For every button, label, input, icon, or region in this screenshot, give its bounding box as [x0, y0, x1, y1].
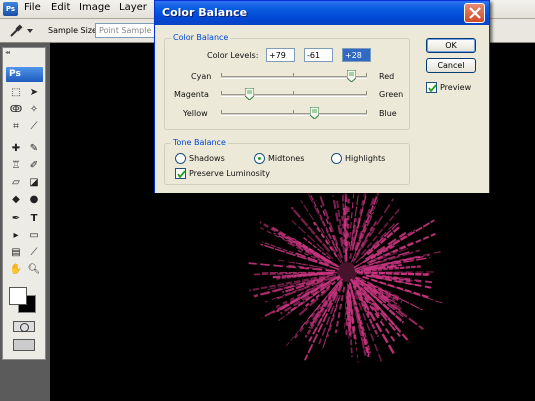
- color-balance-dialog: Color Balance Color Balance Color Levels…: [154, 0, 490, 193]
- slider-thumb-magenta-green[interactable]: [244, 87, 255, 101]
- radio-midtones[interactable]: [254, 153, 265, 164]
- slider-magenta-green[interactable]: [221, 87, 367, 101]
- pen-icon[interactable]: ✒: [8, 212, 24, 226]
- radio-shadows-label[interactable]: Shadows: [189, 154, 225, 163]
- slider-left-label-magenta: Magenta: [174, 90, 209, 99]
- tone-balance-group: Tone Balance Shadows Midtones Highlights…: [164, 138, 410, 185]
- notes-icon[interactable]: ▤: [8, 246, 24, 260]
- paint-bucket-icon[interactable]: ◪: [26, 176, 42, 190]
- close-button[interactable]: [464, 3, 485, 23]
- slider-yellow-blue[interactable]: [221, 106, 367, 120]
- slider-right-label-green: Green: [379, 90, 404, 99]
- hand-icon[interactable]: ✋: [8, 263, 24, 277]
- panel-grip[interactable]: ◂◂: [5, 49, 10, 56]
- menu-file[interactable]: File: [24, 2, 41, 13]
- eyedropper-tool-icon[interactable]: ⟋: [26, 246, 42, 260]
- type-icon[interactable]: T: [26, 212, 42, 226]
- slider-cyan-red[interactable]: [221, 69, 367, 83]
- checkmark-icon: [428, 84, 437, 93]
- level-field-magenta-green[interactable]: -61: [304, 48, 333, 62]
- slider-left-label-yellow: Yellow: [183, 109, 208, 118]
- slider-thumb-cyan-red[interactable]: [346, 69, 357, 83]
- magic-wand-icon[interactable]: ✧: [26, 103, 42, 117]
- path-selection-icon[interactable]: ▸: [8, 229, 24, 243]
- sample-size-select[interactable]: Point Sample: [95, 23, 157, 38]
- radio-shadows[interactable]: [175, 153, 186, 164]
- move-icon[interactable]: ➤: [26, 86, 42, 100]
- history-brush-icon[interactable]: ✐: [26, 159, 42, 173]
- preview-checkbox[interactable]: [426, 82, 437, 93]
- firework-streak: [346, 198, 350, 246]
- blur-icon[interactable]: ◆: [8, 193, 24, 207]
- tool-preset-picker[interactable]: [5, 23, 35, 39]
- brush-icon[interactable]: ✎: [26, 142, 42, 156]
- radio-midtones-label[interactable]: Midtones: [268, 154, 304, 163]
- close-icon: [469, 7, 481, 19]
- healing-brush-icon[interactable]: ✚: [8, 142, 24, 156]
- dodge-icon[interactable]: ●: [26, 193, 42, 207]
- color-balance-group-title: Color Balance: [171, 33, 231, 42]
- foreground-color-swatch[interactable]: [9, 287, 27, 305]
- eraser-icon[interactable]: ▱: [8, 176, 24, 190]
- toolbox: ◂◂ Ps ⬚ ➤ ↂ ✧ ⌗ ⟋ ✚ ✎ ♖ ✐ ▱ ◪ ◆ ● ✒ T ▸ …: [2, 47, 46, 360]
- cancel-button[interactable]: Cancel: [426, 58, 476, 73]
- radio-highlights[interactable]: [331, 153, 342, 164]
- color-levels-label: Color Levels:: [207, 51, 259, 60]
- chevron-down-icon: [27, 29, 33, 33]
- firework-streak: [293, 261, 321, 268]
- color-balance-group: Color Balance Color Levels: +79 -61 +28 …: [164, 33, 410, 130]
- firework-core: [337, 262, 357, 282]
- menu-image[interactable]: Image: [79, 2, 110, 13]
- checkmark-icon: [177, 170, 186, 179]
- shape-icon[interactable]: ▭: [26, 229, 42, 243]
- preserve-luminosity-checkbox[interactable]: [175, 168, 186, 179]
- preview-label[interactable]: Preview: [440, 83, 471, 92]
- tone-balance-group-title: Tone Balance: [171, 138, 228, 147]
- dialog-title: Color Balance: [162, 6, 248, 19]
- slider-right-label-blue: Blue: [379, 109, 397, 118]
- crop-icon[interactable]: ⌗: [8, 120, 24, 134]
- toolbox-logo[interactable]: Ps: [6, 67, 43, 82]
- radio-highlights-label[interactable]: Highlights: [345, 154, 385, 163]
- dialog-titlebar[interactable]: Color Balance: [155, 1, 489, 25]
- menu-layer[interactable]: Layer: [119, 2, 147, 13]
- zoom-icon[interactable]: 🔍︎: [26, 263, 42, 277]
- app-icon: Ps: [3, 2, 18, 16]
- slider-left-label-cyan: Cyan: [191, 72, 212, 81]
- dialog-body: Color Balance Color Levels: +79 -61 +28 …: [155, 25, 489, 193]
- firework-image: [248, 179, 444, 364]
- marquee-icon[interactable]: ⬚: [8, 86, 24, 100]
- slice-icon[interactable]: ⟋: [26, 120, 42, 134]
- menu-edit[interactable]: Edit: [51, 2, 70, 13]
- ok-button[interactable]: OK: [426, 38, 476, 53]
- level-field-cyan-red[interactable]: +79: [266, 48, 295, 62]
- screen-mode-icon[interactable]: [13, 339, 35, 351]
- preserve-luminosity-label[interactable]: Preserve Luminosity: [189, 169, 270, 178]
- quick-mask-icon[interactable]: [13, 321, 35, 332]
- lasso-icon[interactable]: ↂ: [8, 103, 24, 117]
- slider-thumb-yellow-blue[interactable]: [309, 106, 320, 120]
- clone-stamp-icon[interactable]: ♖: [8, 159, 24, 173]
- sample-size-label: Sample Size:: [48, 26, 100, 35]
- eyedropper-icon: [10, 24, 33, 37]
- level-field-yellow-blue[interactable]: +28: [342, 48, 371, 62]
- slider-right-label-red: Red: [379, 72, 395, 81]
